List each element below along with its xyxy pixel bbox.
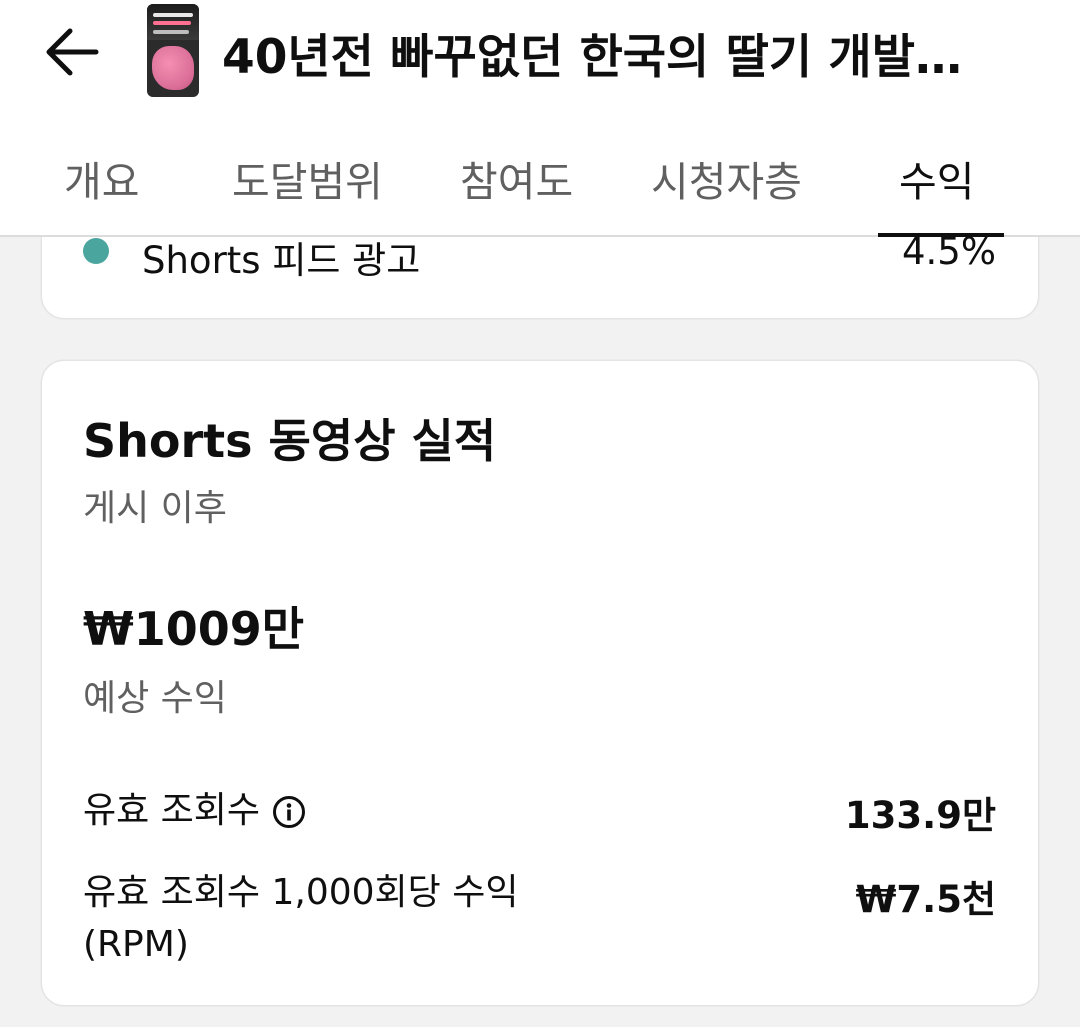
estimated-revenue-label: 예상 수익 xyxy=(83,678,227,719)
card-subtitle: 게시 이후 xyxy=(83,488,227,529)
shorts-performance-card: Shorts 동영상 실적 게시 이후 ₩1009만 예상 수익 유효 조회수 … xyxy=(42,361,1038,1005)
tab-engagement[interactable]: 참여도 xyxy=(460,148,573,208)
metric-value-engaged-views: 133.9만 xyxy=(844,794,996,837)
video-title: 40년전 빠꾸없던 한국의 딸기 개발… xyxy=(222,30,962,85)
metric-label-rpm: 유효 조회수 1,000회당 수익(RPM) xyxy=(83,872,519,965)
thumbnail-strawberry-image xyxy=(152,46,194,90)
top-app-bar: 40년전 빠꾸없던 한국의 딸기 개발… 개요 도달범위 참여도 시청자층 수익 xyxy=(0,0,1080,237)
tab-overview[interactable]: 개요 xyxy=(64,148,139,208)
tab-audience[interactable]: 시청자층 xyxy=(651,148,802,208)
analytics-tab-bar: 개요 도달범위 참여도 시청자층 수익 xyxy=(0,148,1080,237)
estimated-revenue-amount: ₩1009만 xyxy=(83,602,305,656)
legend-row-shorts-feed-ads: Shorts 피드 광고 4.5% xyxy=(42,230,1038,282)
back-arrow-icon[interactable] xyxy=(36,20,106,84)
video-thumbnail[interactable] xyxy=(147,4,199,97)
legend-label: Shorts 피드 광고 xyxy=(142,239,421,282)
info-icon[interactable] xyxy=(272,792,306,828)
tab-revenue[interactable]: 수익 xyxy=(899,148,974,208)
metric-label-engaged-views: 유효 조회수 xyxy=(83,785,306,837)
legend-color-dot xyxy=(83,238,109,264)
active-tab-indicator xyxy=(878,233,1004,237)
card-title: Shorts 동영상 실적 xyxy=(83,414,497,468)
tab-reach[interactable]: 도달범위 xyxy=(232,148,383,208)
metric-label-text: 유효 조회수 xyxy=(83,790,261,831)
metric-value-rpm: ₩7.5천 xyxy=(855,878,996,921)
